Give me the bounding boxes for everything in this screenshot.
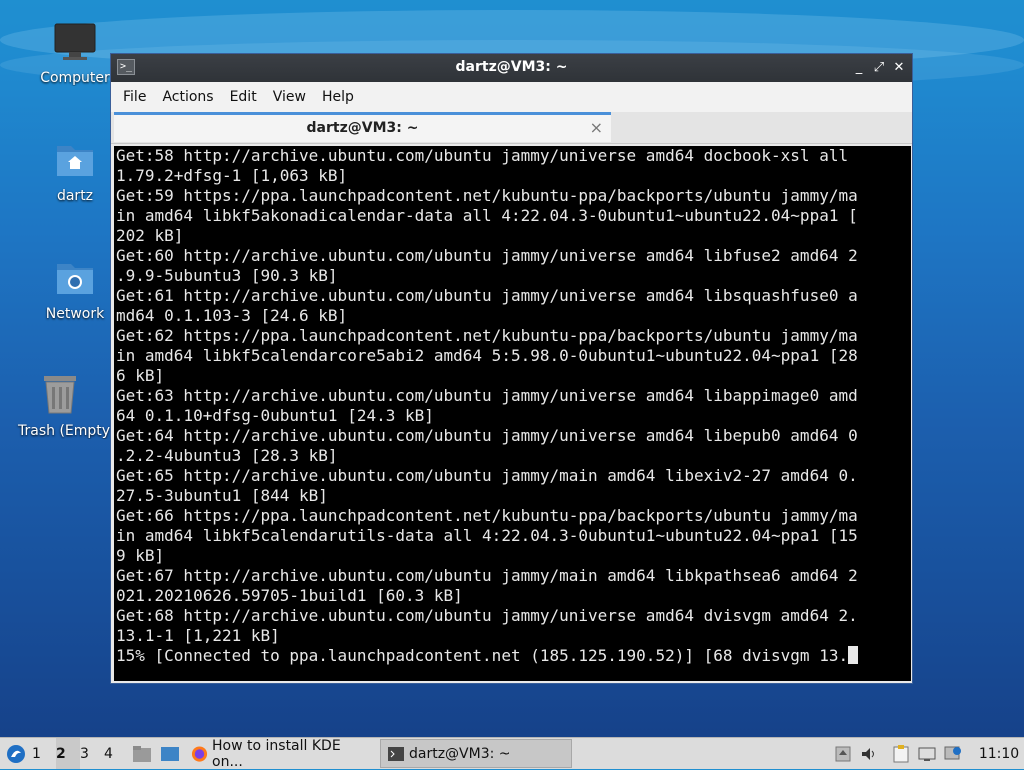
monitor-icon	[54, 23, 96, 60]
terminal-line: Get:67 http://archive.ubuntu.com/ubuntu …	[116, 566, 858, 585]
minimize-button[interactable]: _	[850, 59, 868, 77]
firefox-icon	[191, 745, 208, 762]
tab-bar: dartz@VM3: ~ ×	[111, 112, 912, 144]
terminal-line: 1.79.2+dfsg-1 [1,063 kB]	[116, 166, 348, 185]
volume-button[interactable]	[856, 738, 882, 769]
tab-terminal[interactable]: dartz@VM3: ~ ×	[114, 112, 611, 142]
network-button[interactable]	[914, 738, 940, 769]
menu-bar: File Actions Edit View Help	[111, 82, 912, 112]
file-manager-icon	[133, 745, 151, 762]
workspace-2[interactable]: 2	[56, 738, 80, 769]
workspace-1[interactable]: 1	[32, 738, 56, 769]
menu-file[interactable]: File	[115, 89, 154, 105]
terminal-line: Get:60 http://archive.ubuntu.com/ubuntu …	[116, 246, 858, 265]
menu-help[interactable]: Help	[314, 89, 362, 105]
close-button[interactable]: ✕	[890, 59, 908, 77]
menu-actions[interactable]: Actions	[154, 89, 221, 105]
lubuntu-logo-icon	[7, 744, 25, 763]
network-icon	[918, 747, 936, 761]
app-menu-button[interactable]	[0, 738, 32, 769]
home-folder-icon	[57, 146, 93, 176]
terminal-line: 021.20210626.59705-1build1 [60.3 kB]	[116, 586, 463, 605]
file-manager-launcher[interactable]	[128, 738, 156, 769]
tray-upload-icon[interactable]	[830, 738, 856, 769]
desktop-icon-label: Trash (Empty)	[18, 423, 110, 439]
terminal-line: 64 0.1.10+dfsg-0ubuntu1 [24.3 kB]	[116, 406, 434, 425]
volume-icon	[862, 747, 874, 760]
taskbar-task-terminal[interactable]: dartz@VM3: ~	[380, 739, 572, 768]
terminal-line: Get:66 https://ppa.launchpadcontent.net/…	[116, 506, 858, 525]
tab-close-icon[interactable]: ×	[590, 115, 603, 141]
terminal-window: >_ dartz@VM3: ~ _ ⤢ ✕ File Actions Edit …	[110, 53, 913, 684]
desktop-icon	[161, 746, 179, 761]
terminal-line: Get:58 http://archive.ubuntu.com/ubuntu …	[116, 146, 849, 165]
window-title: dartz@VM3: ~	[455, 59, 568, 75]
menu-view[interactable]: View	[265, 89, 314, 105]
terminal-line: in amd64 libkf5akonadicalendar-data all …	[116, 206, 858, 225]
task-label: How to install KDE on...	[212, 737, 341, 770]
terminal-line: .9.9-5ubuntu3 [90.3 kB]	[116, 266, 338, 285]
terminal-output[interactable]: Get:58 http://archive.ubuntu.com/ubuntu …	[114, 146, 911, 681]
terminal-line: Get:62 https://ppa.launchpadcontent.net/…	[116, 326, 858, 345]
update-notifier-icon	[944, 746, 961, 759]
terminal-line: Get:65 http://archive.ubuntu.com/ubuntu …	[116, 466, 858, 485]
clipboard-icon	[893, 744, 909, 762]
terminal-icon	[388, 746, 404, 761]
clipboard-button[interactable]	[888, 738, 914, 769]
terminal-status-line: 15% [Connected to ppa.launchpadcontent.n…	[116, 646, 911, 666]
terminal-line: 13.1-1 [1,221 kB]	[116, 626, 280, 645]
clock[interactable]: 11:10	[974, 738, 1024, 769]
terminal-line: md64 0.1.103-3 [24.6 kB]	[116, 306, 348, 325]
terminal-line: 6 kB]	[116, 366, 165, 385]
show-desktop-button[interactable]	[156, 738, 184, 769]
maximize-button[interactable]: ⤢	[870, 59, 888, 77]
workspace-3[interactable]: 3	[80, 738, 104, 769]
terminal-line: Get:59 https://ppa.launchpadcontent.net/…	[116, 186, 858, 205]
terminal-line: Get:68 http://archive.ubuntu.com/ubuntu …	[116, 606, 858, 625]
terminal-line: in amd64 libkf5calendarutils-data all 4:…	[116, 526, 858, 545]
terminal-line: .2.2-4ubuntu3 [28.3 kB]	[116, 446, 338, 465]
network-folder-icon	[57, 264, 93, 294]
task-label: dartz@VM3: ~	[409, 745, 511, 762]
workspace-4[interactable]: 4	[104, 738, 128, 769]
desktop-icon-trash[interactable]: Trash (Empty)	[10, 373, 110, 439]
terminal-line: Get:63 http://archive.ubuntu.com/ubuntu …	[116, 386, 858, 405]
upload-icon	[835, 746, 851, 761]
trash-icon	[44, 376, 76, 414]
status-text: 15% [Connected to ppa.launchpadcontent.n…	[116, 646, 849, 665]
terminal-cursor	[848, 646, 859, 664]
terminal-line: in amd64 libkf5calendarcore5abi2 amd64 5…	[116, 346, 858, 365]
terminal-line: Get:64 http://archive.ubuntu.com/ubuntu …	[116, 426, 858, 445]
menu-edit[interactable]: Edit	[222, 89, 265, 105]
tab-label: dartz@VM3: ~	[306, 120, 419, 136]
terminal-line: Get:61 http://archive.ubuntu.com/ubuntu …	[116, 286, 858, 305]
terminal-line: 202 kB]	[116, 226, 184, 245]
taskbar-task-firefox[interactable]: How to install KDE on...	[184, 737, 374, 770]
updates-button[interactable]	[940, 738, 966, 769]
window-titlebar[interactable]: >_ dartz@VM3: ~ _ ⤢ ✕	[111, 54, 912, 82]
terminal-line: 9 kB]	[116, 546, 165, 565]
taskbar: 1 2 3 4 How to install KDE on... dartz@V…	[0, 737, 1024, 770]
terminal-line: 27.5-3ubuntu1 [844 kB]	[116, 486, 328, 505]
